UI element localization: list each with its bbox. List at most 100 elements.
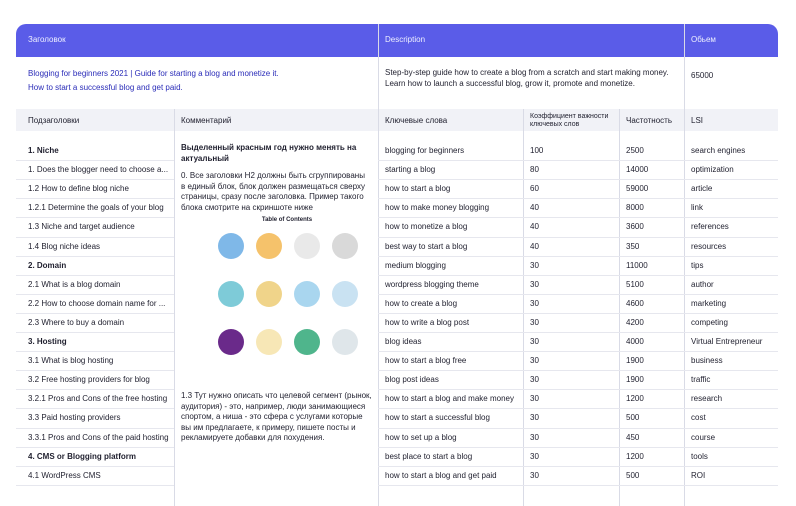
keyword-cell[interactable]: how to start a blog: [385, 184, 450, 194]
frequency-cell[interactable]: 2500: [626, 146, 644, 156]
keyword-cell[interactable]: blogging for beginners: [385, 146, 464, 156]
lsi-cell[interactable]: tips: [691, 261, 703, 271]
keyword-cell[interactable]: blog ideas: [385, 337, 421, 347]
keyword-cell[interactable]: blog post ideas: [385, 375, 439, 385]
header-title-col[interactable]: Заголовок: [28, 35, 66, 44]
frequency-cell[interactable]: 59000: [626, 184, 648, 194]
keyword-cell[interactable]: how to make money blogging: [385, 203, 489, 213]
lsi-cell[interactable]: optimization: [691, 165, 734, 175]
importance-cell[interactable]: 30: [530, 299, 539, 309]
lsi-cell[interactable]: tools: [691, 452, 708, 462]
lsi-cell[interactable]: business: [691, 356, 723, 366]
frequency-cell[interactable]: 450: [626, 433, 639, 443]
subheading-cell[interactable]: 3.3 Paid hosting providers: [28, 413, 121, 423]
subheading-cell[interactable]: 2.1 What is a blog domain: [28, 280, 121, 290]
article-subtitle[interactable]: How to start a successful blog and get p…: [28, 83, 183, 93]
col-lsi[interactable]: LSI: [691, 116, 703, 126]
keyword-cell[interactable]: wordpress blogging theme: [385, 280, 479, 290]
col-keywords[interactable]: Ключевые слова: [385, 116, 447, 126]
lsi-cell[interactable]: marketing: [691, 299, 726, 309]
importance-cell[interactable]: 40: [530, 242, 539, 252]
subheading-cell[interactable]: 2.3 Where to buy a domain: [28, 318, 124, 328]
subheading-cell[interactable]: 1.4 Blog niche ideas: [28, 242, 100, 252]
keyword-cell[interactable]: how to set up a blog: [385, 433, 457, 443]
frequency-cell[interactable]: 1200: [626, 452, 644, 462]
frequency-cell[interactable]: 11000: [626, 261, 648, 271]
subheading-cell[interactable]: 3.2 Free hosting providers for blog: [28, 375, 150, 385]
frequency-cell[interactable]: 500: [626, 413, 639, 423]
col-importance[interactable]: Коэффициент важности ключевых слов: [530, 113, 620, 129]
importance-cell[interactable]: 30: [530, 413, 539, 423]
importance-cell[interactable]: 30: [530, 318, 539, 328]
keyword-cell[interactable]: best way to start a blog: [385, 242, 467, 252]
subheading-cell[interactable]: 1.2 How to define blog niche: [28, 184, 129, 194]
keyword-cell[interactable]: starting a blog: [385, 165, 435, 175]
frequency-cell[interactable]: 3600: [626, 222, 644, 232]
subheading-cell[interactable]: 4.1 WordPress CMS: [28, 471, 101, 481]
lsi-cell[interactable]: course: [691, 433, 715, 443]
subheading-cell[interactable]: 3. Hosting: [28, 337, 67, 347]
importance-cell[interactable]: 30: [530, 375, 539, 385]
subheading-cell[interactable]: 3.3.1 Pros and Cons of the paid hosting: [28, 433, 169, 443]
col-comment[interactable]: Комментарий: [181, 116, 231, 126]
subheading-cell[interactable]: 1. Niche: [28, 146, 59, 156]
frequency-cell[interactable]: 8000: [626, 203, 644, 213]
subheading-cell[interactable]: 2. Domain: [28, 261, 66, 271]
importance-cell[interactable]: 80: [530, 165, 539, 175]
frequency-cell[interactable]: 4000: [626, 337, 644, 347]
lsi-cell[interactable]: references: [691, 222, 729, 232]
frequency-cell[interactable]: 500: [626, 471, 639, 481]
subheading-cell[interactable]: 3.2.1 Pros and Cons of the free hosting: [28, 394, 167, 404]
keyword-cell[interactable]: how to monetize a blog: [385, 222, 467, 232]
importance-cell[interactable]: 30: [530, 433, 539, 443]
keyword-cell[interactable]: how to start a blog free: [385, 356, 466, 366]
importance-cell[interactable]: 30: [530, 471, 539, 481]
lsi-cell[interactable]: Virtual Entrepreneur: [691, 337, 762, 347]
frequency-cell[interactable]: 4200: [626, 318, 644, 328]
comment-note-0[interactable]: 0. Все заголовки H2 должны быть сгруппир…: [181, 171, 371, 213]
importance-cell[interactable]: 30: [530, 261, 539, 271]
article-title[interactable]: Blogging for beginners 2021 | Guide for …: [28, 69, 279, 79]
lsi-cell[interactable]: cost: [691, 413, 706, 423]
article-description[interactable]: Step-by-step guide how to create a blog …: [385, 68, 685, 89]
importance-cell[interactable]: 40: [530, 203, 539, 213]
keyword-cell[interactable]: medium blogging: [385, 261, 446, 271]
frequency-cell[interactable]: 1200: [626, 394, 644, 404]
keyword-cell[interactable]: how to start a blog and make money: [385, 394, 514, 404]
header-description-col[interactable]: Description: [385, 35, 425, 44]
frequency-cell[interactable]: 350: [626, 242, 639, 252]
subheading-cell[interactable]: 1.2.1 Determine the goals of your blog: [28, 203, 164, 213]
importance-cell[interactable]: 30: [530, 452, 539, 462]
frequency-cell[interactable]: 4600: [626, 299, 644, 309]
subheading-cell[interactable]: 1. Does the blogger need to choose a...: [28, 165, 168, 175]
frequency-cell[interactable]: 1900: [626, 375, 644, 385]
importance-cell[interactable]: 30: [530, 394, 539, 404]
keyword-cell[interactable]: best place to start a blog: [385, 452, 472, 462]
lsi-cell[interactable]: author: [691, 280, 714, 290]
lsi-cell[interactable]: link: [691, 203, 703, 213]
col-frequency[interactable]: Частотность: [626, 116, 672, 126]
subheading-cell[interactable]: 3.1 What is blog hosting: [28, 356, 113, 366]
lsi-cell[interactable]: ROI: [691, 471, 705, 481]
article-volume[interactable]: 65000: [691, 71, 713, 81]
subheading-cell[interactable]: 4. CMS or Blogging platform: [28, 452, 136, 462]
lsi-cell[interactable]: resources: [691, 242, 726, 252]
importance-cell[interactable]: 30: [530, 280, 539, 290]
lsi-cell[interactable]: research: [691, 394, 722, 404]
frequency-cell[interactable]: 14000: [626, 165, 648, 175]
col-subheadings[interactable]: Подзаголовки: [28, 116, 79, 126]
frequency-cell[interactable]: 1900: [626, 356, 644, 366]
importance-cell[interactable]: 40: [530, 222, 539, 232]
keyword-cell[interactable]: how to start a successful blog: [385, 413, 490, 423]
importance-cell[interactable]: 30: [530, 337, 539, 347]
importance-cell[interactable]: 100: [530, 146, 543, 156]
comment-highlight[interactable]: Выделенный красным год нужно менять на а…: [181, 143, 371, 164]
importance-cell[interactable]: 60: [530, 184, 539, 194]
lsi-cell[interactable]: article: [691, 184, 712, 194]
subheading-cell[interactable]: 1.3 Niche and target audience: [28, 222, 135, 232]
header-volume-col[interactable]: Обьем: [691, 35, 716, 44]
lsi-cell[interactable]: competing: [691, 318, 728, 328]
frequency-cell[interactable]: 5100: [626, 280, 644, 290]
keyword-cell[interactable]: how to write a blog post: [385, 318, 469, 328]
keyword-cell[interactable]: how to start a blog and get paid: [385, 471, 497, 481]
